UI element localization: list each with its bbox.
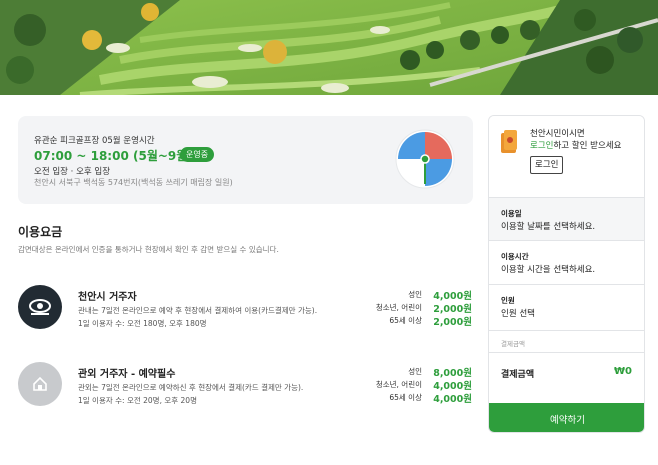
resident-icon: [18, 285, 62, 329]
price-line-youth: 청소년, 어린이 4,000원: [375, 378, 472, 392]
price-list: 성인 4,000원 청소년, 어린이 2,000원 65세 이상 2,000원: [375, 288, 472, 328]
price-line-youth: 청소년, 어린이 2,000원: [375, 301, 472, 315]
fee-row-count: 1일 이용자 수: 오전 20명, 오후 20명: [78, 396, 197, 405]
fee-row-resident: 천안시 거주자 관내는 7일전 온라인으로 예약 후 현장에서 결제하여 이용(…: [18, 285, 478, 345]
total-label: 결제금액: [501, 370, 535, 380]
clock-pie-icon: [394, 128, 456, 190]
fee-row-desc: 관외는 7일전 온라인으로 예약하신 후 현장에서 결제(카드 결제만 가능).: [78, 383, 304, 392]
fee-row-nonresident: 관외 거주자 - 예약필수 관외는 7일전 온라인으로 예약하신 후 현장에서 …: [18, 362, 478, 422]
citizen-discount-message: 로그인하고 할인 받으세요: [530, 139, 621, 151]
payment-total-row: 결제금액 ₩0: [489, 352, 644, 392]
entry-times: 오전 입장 · 오후 입장: [34, 167, 111, 177]
price-value: 4,000원: [433, 380, 472, 392]
price-line-senior: 65세 이상 2,000원: [376, 314, 472, 328]
calc-label: 결제금액: [501, 340, 525, 348]
price-label: 성인: [408, 367, 422, 376]
price-value: 2,000원: [433, 303, 472, 315]
price-label: 65세 이상: [389, 316, 422, 325]
home-icon: [18, 362, 62, 406]
total-amount: ₩0: [614, 366, 632, 377]
time-placeholder: 이용할 시간을 선택하세요.: [501, 265, 596, 275]
time-selector[interactable]: 이용시간 이용할 시간을 선택하세요.: [489, 240, 644, 284]
date-label: 이용일: [501, 209, 522, 218]
people-placeholder: 인원 선택: [501, 309, 535, 319]
status-badge: 운영중: [180, 147, 215, 162]
price-label: 청소년, 어린이: [375, 380, 422, 389]
fee-row-count: 1일 이용자 수: 오전 180명, 오후 180명: [78, 319, 207, 328]
reservation-panel: 천안시민이시면 로그인하고 할인 받으세요 로그인 이용일 이용할 날짜를 선택…: [488, 115, 645, 433]
people-label: 인원: [501, 296, 515, 305]
price-value: 8,000원: [433, 367, 472, 379]
time-label: 이용시간: [501, 252, 529, 261]
price-line-senior: 65세 이상 4,000원: [376, 391, 472, 405]
date-selector[interactable]: 이용일 이용할 날짜를 선택하세요.: [489, 197, 644, 240]
price-line-adult: 성인 4,000원: [376, 288, 472, 302]
date-placeholder: 이용할 날짜를 선택하세요.: [501, 222, 596, 232]
operating-hours-time: 07:00 ~ 18:00 (5월~9월): [34, 149, 193, 163]
price-label: 청소년, 어린이: [375, 303, 422, 312]
price-value: 4,000원: [433, 290, 472, 302]
citizen-message: 천안시민이시면: [530, 129, 585, 139]
price-list: 성인 8,000원 청소년, 어린이 4,000원 65세 이상 4,000원: [375, 365, 472, 405]
fees-description: 감면대상은 온라인에서 인증을 통하거나 현장에서 확인 후 감면 받으실 수 …: [18, 245, 279, 254]
price-label: 65세 이상: [389, 393, 422, 402]
login-button[interactable]: 로그인: [530, 156, 564, 174]
payment-calc-row: 결제금액: [489, 330, 644, 352]
address-text: 천안시 서북구 백석동 574번지(백석동 쓰레기 매립장 일원): [34, 178, 233, 187]
fee-row-name: 천안시 거주자: [78, 292, 137, 303]
discount-text: 하고 할인 받으세요: [553, 141, 622, 151]
golf-course-banner: [0, 0, 658, 95]
fee-row-name: 관외 거주자 - 예약필수: [78, 369, 176, 380]
fee-row-desc: 관내는 7일전 온라인으로 예약 후 현장에서 결제하여 이용(카드결제만 가능…: [78, 306, 318, 315]
operating-hours-title: 유관순 피크골프장 05월 운영시간: [34, 136, 155, 146]
fees-title: 이용요금: [18, 225, 63, 239]
people-selector[interactable]: 인원 인원 선택: [489, 284, 644, 330]
price-value: 2,000원: [433, 316, 472, 328]
price-label: 성인: [408, 290, 422, 299]
price-value: 4,000원: [433, 393, 472, 405]
price-line-adult: 성인 8,000원: [376, 365, 472, 379]
login-link[interactable]: 로그인: [530, 141, 553, 151]
gift-book-icon: [499, 129, 519, 155]
citizen-login-box: 천안시민이시면 로그인하고 할인 받으세요 로그인: [489, 116, 644, 188]
reserve-button[interactable]: 예약하기: [489, 403, 644, 432]
